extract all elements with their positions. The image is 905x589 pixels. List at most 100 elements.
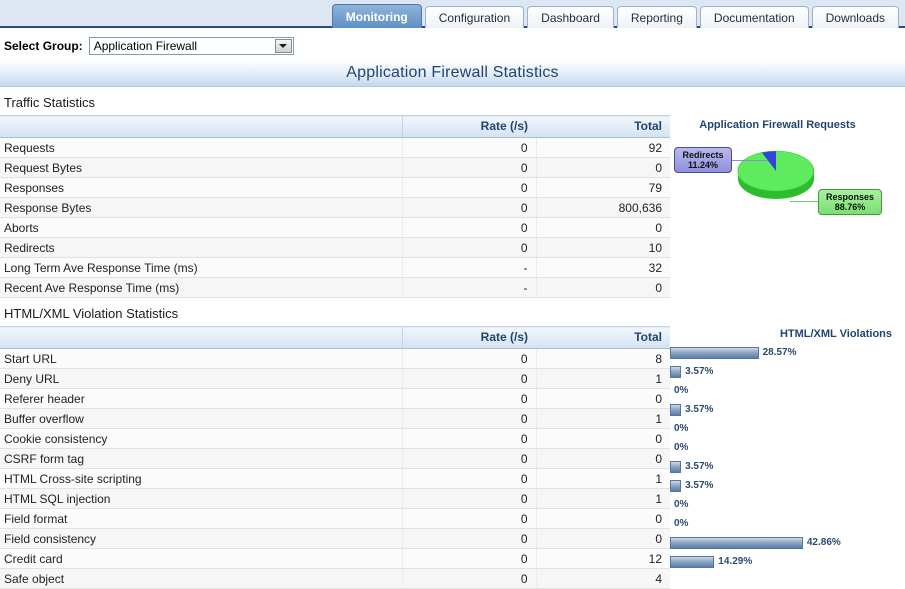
row-label: Aborts	[0, 217, 403, 238]
bar-value-label: 0%	[674, 518, 689, 529]
pie-callout-redirects-value: 11.24%	[687, 160, 719, 170]
table-row: Requests 0 92	[0, 137, 670, 158]
chevron-down-icon[interactable]	[274, 39, 292, 53]
bar-row: 0%	[670, 419, 898, 438]
traffic-statistics-table: Rate (/s) Total Requests 0 92 Request Bytes…	[0, 115, 670, 298]
traffic-statistics-heading: Traffic Statistics	[4, 95, 96, 110]
pie-callout-responses: Responses 88.76%	[818, 189, 882, 215]
row-total: 0	[536, 277, 670, 298]
table-row: Recent Ave Response Time (ms) -0	[0, 277, 670, 298]
bar-value-label: 0%	[674, 385, 689, 396]
row-label: Field format	[0, 508, 403, 529]
row-rate: 0	[402, 368, 537, 389]
bar-row: 0%	[670, 495, 898, 514]
pie-callout-redirects: Redirects 11.24%	[674, 147, 732, 173]
tab-monitoring[interactable]: Monitoring	[331, 4, 422, 28]
row-rate: 0	[402, 488, 537, 509]
row-total: 32	[536, 257, 670, 278]
row-label: Credit card	[0, 548, 403, 569]
tab-documentation[interactable]: Documentation	[699, 6, 809, 28]
bar-value-label: 14.29%	[718, 556, 753, 567]
table-row: Referer header 0 0	[0, 388, 670, 409]
table-row: Buffer overflow 0 1	[0, 408, 670, 429]
select-group-dropdown[interactable]: Application Firewall	[88, 37, 294, 55]
table-row: HTML Cross-site scripting 0 1	[0, 468, 670, 489]
row-rate: 0	[402, 468, 537, 489]
bar-value-label: 0%	[674, 442, 689, 453]
pie-callout-responses-label: Responses	[825, 192, 875, 202]
violations-section: Rate (/s) Total Start URL 0 8 Deny URL 0 1 Ref…	[0, 326, 905, 589]
violation-statistics-table: Rate (/s) Total Start URL 0 8 Deny URL 0 1 Ref…	[0, 326, 670, 589]
bar-value-label: 0%	[674, 423, 689, 434]
table-row: HTML SQL injection 0 1	[0, 488, 670, 509]
row-total: 10	[536, 237, 670, 258]
row-rate: 0	[402, 177, 537, 198]
row-label: Safe object	[0, 568, 403, 589]
column-header-rate: Rate (/s)	[402, 115, 536, 138]
row-total: 92	[536, 137, 670, 158]
select-group-value: Application Firewall	[93, 39, 198, 53]
row-total: 1	[536, 488, 670, 509]
main-tab-bar: Monitoring Configuration Dashboard Reportin…	[0, 0, 905, 28]
bar	[670, 365, 682, 378]
row-total: 0	[536, 388, 670, 409]
application-firewall-requests-pie-chart: Application Firewall Requests Redirects …	[670, 115, 885, 230]
tab-reporting[interactable]: Reporting	[616, 6, 697, 28]
bar	[670, 403, 682, 416]
row-label: Start URL	[0, 348, 403, 369]
tab-downloads[interactable]: Downloads	[811, 6, 899, 28]
column-header-name	[0, 115, 403, 138]
bar-row: 3.57%	[670, 476, 898, 495]
row-rate: 0	[402, 508, 537, 529]
row-rate: 0	[402, 428, 537, 449]
bar-chart-title: HTML/XML Violations	[779, 328, 892, 340]
bar-row: 42.86%	[670, 533, 898, 552]
row-rate: 0	[402, 548, 537, 569]
row-rate: -	[402, 277, 537, 298]
tab-configuration[interactable]: Configuration	[424, 6, 525, 28]
table-header-row: Rate (/s) Total	[0, 326, 670, 349]
pie-callout-responses-value: 88.76%	[834, 202, 866, 212]
row-rate: 0	[402, 237, 537, 258]
bar-row: 0%	[670, 438, 898, 457]
bar-row: 3.57%	[670, 400, 898, 419]
row-label: CSRF form tag	[0, 448, 403, 469]
row-total: 800,636	[536, 197, 670, 218]
tab-dashboard[interactable]: Dashboard	[527, 6, 614, 28]
bar-value-label: 3.57%	[685, 480, 714, 491]
row-rate: 0	[402, 408, 537, 429]
page-title: Application Firewall Statistics	[0, 60, 905, 87]
bar-value-label: 3.57%	[685, 366, 714, 377]
row-label: Request Bytes	[0, 157, 403, 178]
row-label: Field consistency	[0, 528, 403, 549]
row-total: 12	[536, 548, 670, 569]
bar-row: 28.57%	[670, 343, 898, 362]
row-label: HTML Cross-site scripting	[0, 468, 403, 489]
table-row: Credit card 0 12	[0, 548, 670, 569]
html-xml-violations-bar-chart: HTML/XML Violations 28.57% 3.57% 0% 3.57% 0%…	[670, 326, 898, 571]
row-total: 1	[536, 368, 670, 389]
row-total: 0	[536, 157, 670, 178]
row-total: 1	[536, 468, 670, 489]
row-rate: 0	[402, 568, 537, 589]
table-row: Aborts 0 0	[0, 217, 670, 238]
row-label: Response Bytes	[0, 197, 403, 218]
row-label: Deny URL	[0, 368, 403, 389]
bar-row: 3.57%	[670, 362, 898, 381]
bar-row: 0%	[670, 514, 898, 533]
row-total: 79	[536, 177, 670, 198]
table-header-row: Rate (/s) Total	[0, 115, 670, 138]
table-row: CSRF form tag 0 0	[0, 448, 670, 469]
bar	[670, 555, 715, 568]
bar-value-label: 3.57%	[685, 404, 714, 415]
select-group-label: Select Group:	[4, 39, 83, 53]
row-rate: 0	[402, 217, 537, 238]
row-rate: 0	[402, 528, 537, 549]
row-rate: 0	[402, 448, 537, 469]
row-rate: -	[402, 257, 537, 278]
row-total: 0	[536, 217, 670, 238]
bar-value-label: 3.57%	[685, 461, 714, 472]
traffic-section: Rate (/s) Total Requests 0 92 Request Bytes…	[0, 115, 905, 298]
row-total: 0	[536, 528, 670, 549]
table-row: Deny URL 0 1	[0, 368, 670, 389]
